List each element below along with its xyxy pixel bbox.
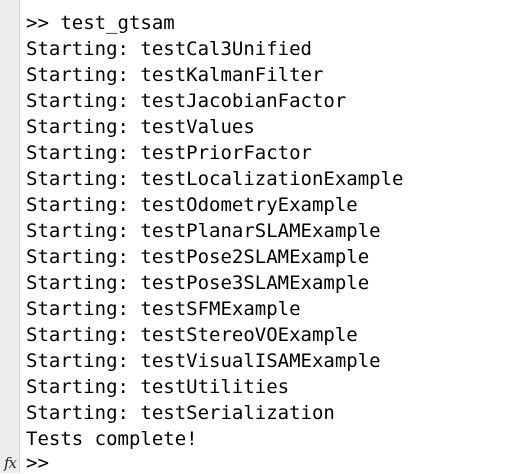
- output-line: Starting: testPlanarSLAMExample: [26, 220, 381, 242]
- output-line: Starting: testUtilities: [26, 376, 290, 398]
- output-line: Starting: testCal3Unified: [26, 38, 312, 60]
- output-line: Starting: testPose2SLAMExample: [26, 246, 370, 268]
- command-window-gutter: [0, 0, 20, 473]
- command-prompt-row[interactable]: fx >>: [0, 452, 528, 474]
- output-line: Starting: testPriorFactor: [26, 142, 312, 164]
- output-line: Starting: testOdometryExample: [26, 194, 358, 216]
- command-prompt[interactable]: >>: [26, 452, 49, 474]
- output-line: Starting: testStereoVOExample: [26, 324, 358, 346]
- output-line: Starting: testValues: [26, 116, 255, 138]
- output-line: Starting: testVisualISAMExample: [26, 350, 381, 372]
- command-window-output: >> test_gtsam Starting: testCal3Unified …: [26, 10, 528, 452]
- output-line: Starting: testLocalizationExample: [26, 168, 404, 190]
- output-line: Starting: testSerialization: [26, 402, 335, 424]
- completion-message: Tests complete!: [26, 428, 198, 450]
- output-line: Starting: testKalmanFilter: [26, 64, 324, 86]
- output-line: Starting: testPose3SLAMExample: [26, 272, 370, 294]
- function-browser-icon[interactable]: fx: [0, 454, 20, 472]
- command-line: >> test_gtsam: [26, 12, 175, 34]
- output-line: Starting: testSFMExample: [26, 298, 301, 320]
- output-line: Starting: testJacobianFactor: [26, 90, 347, 112]
